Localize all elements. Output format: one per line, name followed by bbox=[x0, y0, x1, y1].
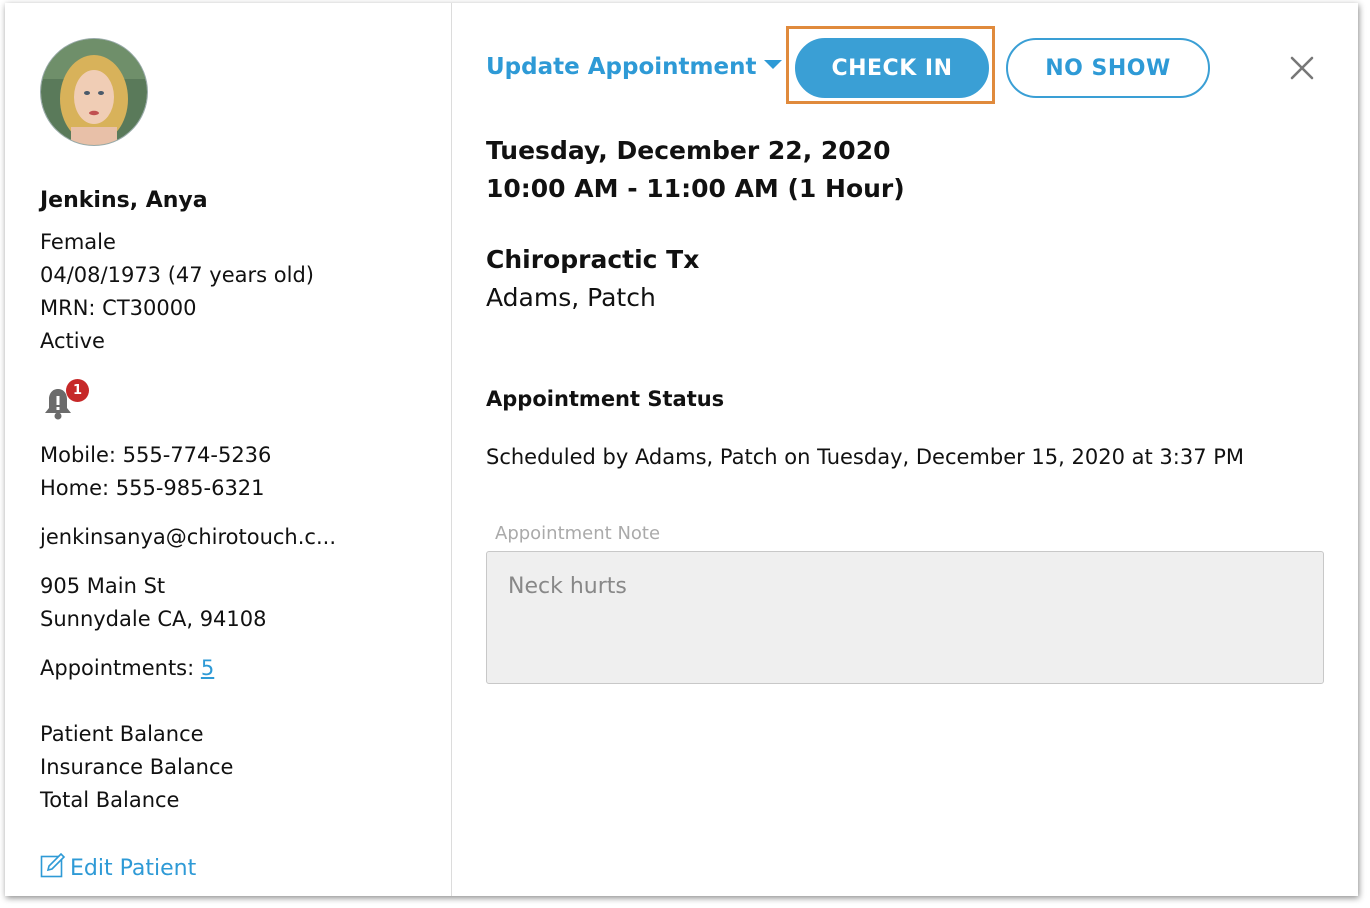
notification-badge: 1 bbox=[66, 379, 89, 402]
appointment-provider: Adams, Patch bbox=[486, 283, 656, 312]
appointment-note-field[interactable]: Neck hurts bbox=[486, 551, 1324, 684]
edit-patient-link[interactable]: Edit Patient bbox=[40, 852, 197, 881]
update-appointment-dropdown[interactable]: Update Appointment bbox=[486, 54, 783, 80]
patient-gender: Female bbox=[40, 230, 116, 254]
patient-panel: Jenkins, Anya Female 04/08/1973 (47 year… bbox=[5, 3, 452, 896]
appointment-dialog: Jenkins, Anya Female 04/08/1973 (47 year… bbox=[5, 3, 1358, 896]
caret-down-icon bbox=[764, 60, 783, 69]
patient-address-line1: 905 Main St bbox=[40, 574, 166, 598]
patient-home-phone: Home: 555-985-6321 bbox=[40, 476, 265, 500]
insurance-balance-label: Insurance Balance bbox=[40, 755, 234, 779]
notifications-button[interactable]: 1 bbox=[43, 379, 95, 423]
appointment-date: Tuesday, December 22, 2020 bbox=[486, 136, 891, 165]
patient-dob: 04/08/1973 (47 years old) bbox=[40, 263, 314, 287]
patient-email: jenkinsanya@chirotouch.c... bbox=[40, 525, 336, 549]
edit-icon bbox=[40, 852, 66, 878]
patient-balance-label: Patient Balance bbox=[40, 722, 204, 746]
edit-patient-label: Edit Patient bbox=[70, 856, 197, 881]
close-button[interactable] bbox=[1287, 53, 1317, 83]
patient-mobile: Mobile: 555-774-5236 bbox=[40, 443, 272, 467]
patient-address-line2: Sunnydale CA, 94108 bbox=[40, 607, 267, 631]
appointment-scheduled-text: Scheduled by Adams, Patch on Tuesday, De… bbox=[486, 445, 1245, 469]
patient-mrn: MRN: CT30000 bbox=[40, 296, 197, 320]
patient-name: Jenkins, Anya bbox=[40, 188, 208, 213]
appointment-note-label: Appointment Note bbox=[495, 523, 661, 544]
appointment-service: Chiropractic Tx bbox=[486, 245, 700, 274]
no-show-button[interactable]: NO SHOW bbox=[1006, 38, 1210, 98]
appointment-time: 10:00 AM - 11:00 AM (1 Hour) bbox=[486, 174, 905, 203]
appointment-status-heading: Appointment Status bbox=[486, 387, 725, 411]
update-appointment-label: Update Appointment bbox=[486, 54, 757, 80]
avatar bbox=[40, 38, 148, 146]
appointments-summary: Appointments: 5 bbox=[40, 656, 214, 680]
appointments-label: Appointments: bbox=[40, 656, 201, 680]
check-in-button[interactable]: CHECK IN bbox=[795, 38, 989, 98]
total-balance-label: Total Balance bbox=[40, 788, 180, 812]
appointments-count-link[interactable]: 5 bbox=[201, 656, 214, 680]
patient-status: Active bbox=[40, 329, 105, 353]
close-icon bbox=[1290, 56, 1314, 80]
